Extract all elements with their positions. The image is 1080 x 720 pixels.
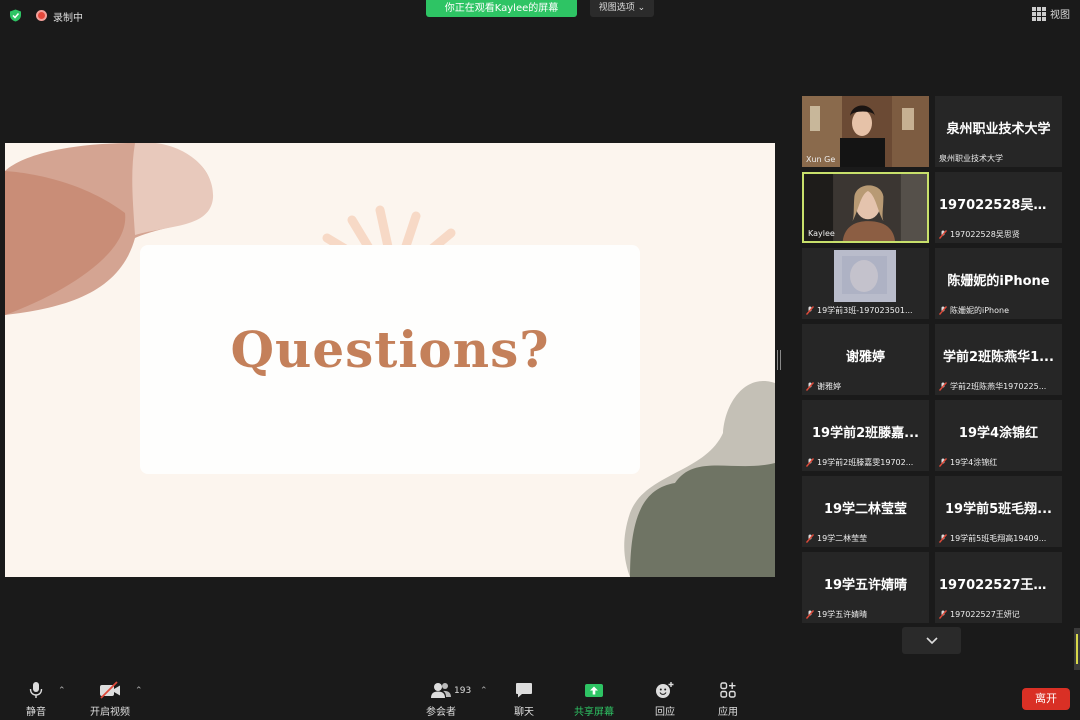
audio-options-caret-icon[interactable]: ⌃ xyxy=(58,686,66,696)
tile-label: 泉州职业技术大学 xyxy=(939,154,1003,163)
chat-button[interactable]: 聊天 xyxy=(494,681,554,718)
tile-name: 陈姗妮的iPhone xyxy=(947,274,1050,289)
mute-button[interactable]: 静音 xyxy=(6,681,66,718)
start-video-button[interactable]: 开启视频 xyxy=(80,681,140,718)
tile-label: 19学前3班-197023501... xyxy=(806,305,925,316)
audio-level-indicator xyxy=(1074,628,1080,670)
security-shield-icon[interactable] xyxy=(9,9,22,22)
chat-label: 聊天 xyxy=(514,707,534,718)
tile-name: 谢雅婷 xyxy=(845,350,885,365)
share-screen-label: 共享屏幕 xyxy=(574,707,614,718)
tile-name: 19学前2班滕嘉... xyxy=(812,426,919,441)
participant-tile[interactable]: 19学前5班毛翔... 19学前5班毛翔高19409... xyxy=(935,476,1062,547)
share-screen-button[interactable]: 共享屏幕 xyxy=(564,681,624,718)
mute-label: 静音 xyxy=(26,707,46,718)
recording-label: 录制中 xyxy=(53,13,83,24)
view-button[interactable]: 视图 xyxy=(1032,6,1070,21)
participant-tile[interactable]: 学前2班陈燕华1... 学前2班陈燕华1970225... xyxy=(935,324,1062,395)
reactions-label: 回应 xyxy=(655,707,675,718)
apps-button[interactable]: 应用 xyxy=(698,681,758,718)
participants-count: 193 xyxy=(454,686,472,696)
tile-label: Kaylee xyxy=(808,229,835,238)
tile-label: Xun Ge xyxy=(806,155,836,164)
video-tile[interactable]: 19学前3班-197023501... xyxy=(802,248,929,319)
mic-muted-icon xyxy=(939,610,947,619)
tile-label: 19学前5班毛翔高19409... xyxy=(939,533,1058,544)
shared-screen[interactable]: Questions? xyxy=(5,143,775,577)
tile-label: 19学4涂锦红 xyxy=(939,457,1058,468)
gallery-next-page-button[interactable] xyxy=(902,627,961,654)
tile-label: 学前2班陈燕华1970225... xyxy=(939,381,1058,392)
tile-name: 泉州职业技术大学 xyxy=(946,122,1051,137)
tile-label: 19学二林莹莹 xyxy=(806,533,925,544)
participant-tile[interactable]: 197022527王妍记 197022527王妍记 xyxy=(935,552,1062,623)
video-off-icon xyxy=(100,681,120,699)
mic-muted-icon xyxy=(939,230,947,239)
participant-tile[interactable]: 谢雅婷 谢雅婷 xyxy=(802,324,929,395)
tile-name: 19学五许婧晴 xyxy=(823,578,908,593)
mic-muted-icon xyxy=(806,382,814,391)
mic-muted-icon xyxy=(939,458,947,467)
emoji-reaction-icon xyxy=(656,682,674,698)
grid-view-icon xyxy=(1032,6,1046,21)
tile-name: 19学4涂锦红 xyxy=(958,426,1039,441)
top-bar: 录制中 你正在观看Kaylee的屏幕 视图选项 ⌄ 视图 xyxy=(0,0,1080,30)
participant-tile[interactable]: 19学前2班滕嘉... 19学前2班滕嘉雯19702... xyxy=(802,400,929,471)
tile-name: 19学二林莹莹 xyxy=(823,502,908,517)
mic-muted-icon xyxy=(939,534,947,543)
participant-tile[interactable]: 19学二林莹莹 19学二林莹莹 xyxy=(802,476,929,547)
tile-label: 197022527王妍记 xyxy=(939,609,1058,620)
mic-muted-icon xyxy=(939,306,947,315)
view-label: 视图 xyxy=(1050,10,1070,21)
viewing-screen-banner: 你正在观看Kaylee的屏幕 xyxy=(426,0,577,17)
tile-name: 学前2班陈燕华1... xyxy=(943,350,1054,365)
active-speaker-tile[interactable]: Kaylee xyxy=(802,172,929,243)
tile-label: 谢雅婷 xyxy=(806,381,925,392)
mic-muted-icon xyxy=(806,610,814,619)
mic-muted-icon xyxy=(806,534,814,543)
tile-label: 197022528吴思贤 xyxy=(939,229,1058,240)
recording-icon xyxy=(36,10,47,21)
mic-muted-icon xyxy=(806,306,814,315)
reactions-button[interactable]: 回应 xyxy=(635,681,695,718)
tile-label: 19学五许婧晴 xyxy=(806,609,925,620)
participant-tile[interactable]: 泉州职业技术大学 泉州职业技术大学 xyxy=(935,96,1062,167)
tile-label: 19学前2班滕嘉雯19702... xyxy=(806,457,925,468)
participants-options-caret-icon[interactable]: ⌃ xyxy=(480,686,488,696)
resize-handle[interactable] xyxy=(777,350,781,370)
participant-tile[interactable]: 19学五许婧晴 19学五许婧晴 xyxy=(802,552,929,623)
microphone-icon xyxy=(29,682,43,698)
participant-tile[interactable]: 陈姗妮的iPhone 陈姗妮的iPhone xyxy=(935,248,1062,319)
tile-label: 陈姗妮的iPhone xyxy=(939,305,1058,316)
leave-meeting-button[interactable]: 离开 xyxy=(1022,688,1070,710)
video-tile[interactable]: Xun Ge xyxy=(802,96,929,167)
meeting-toolbar: 静音 ⌃ 开启视频 ⌃ 参会者 193 ⌃ 聊天 共享屏幕 回应 应用 xyxy=(0,676,1080,720)
video-options-caret-icon[interactable]: ⌃ xyxy=(135,686,143,696)
start-video-label: 开启视频 xyxy=(90,707,130,718)
apps-label: 应用 xyxy=(718,707,738,718)
participant-tile[interactable]: 19学4涂锦红 19学4涂锦红 xyxy=(935,400,1062,471)
tile-name: 19学前5班毛翔... xyxy=(945,502,1052,517)
chat-icon xyxy=(516,683,532,698)
mic-muted-icon xyxy=(806,458,814,467)
participant-gallery: Xun Ge 泉州职业技术大学 泉州职业技术大学 Kaylee 19702252… xyxy=(802,96,1062,626)
participants-label: 参会者 xyxy=(426,707,456,718)
participants-icon xyxy=(431,683,451,698)
view-options-button[interactable]: 视图选项 ⌄ xyxy=(590,0,654,17)
tile-name: 197022527王妍记 xyxy=(939,578,1060,593)
share-screen-icon xyxy=(585,684,603,697)
mic-muted-icon xyxy=(939,382,947,391)
participant-tile[interactable]: 197022528吴思贤 197022528吴思贤 xyxy=(935,172,1062,243)
chevron-down-icon xyxy=(925,636,938,644)
tile-name: 197022528吴思贤 xyxy=(939,198,1060,213)
apps-icon xyxy=(720,682,736,698)
slide-title: Questions? xyxy=(230,320,550,379)
